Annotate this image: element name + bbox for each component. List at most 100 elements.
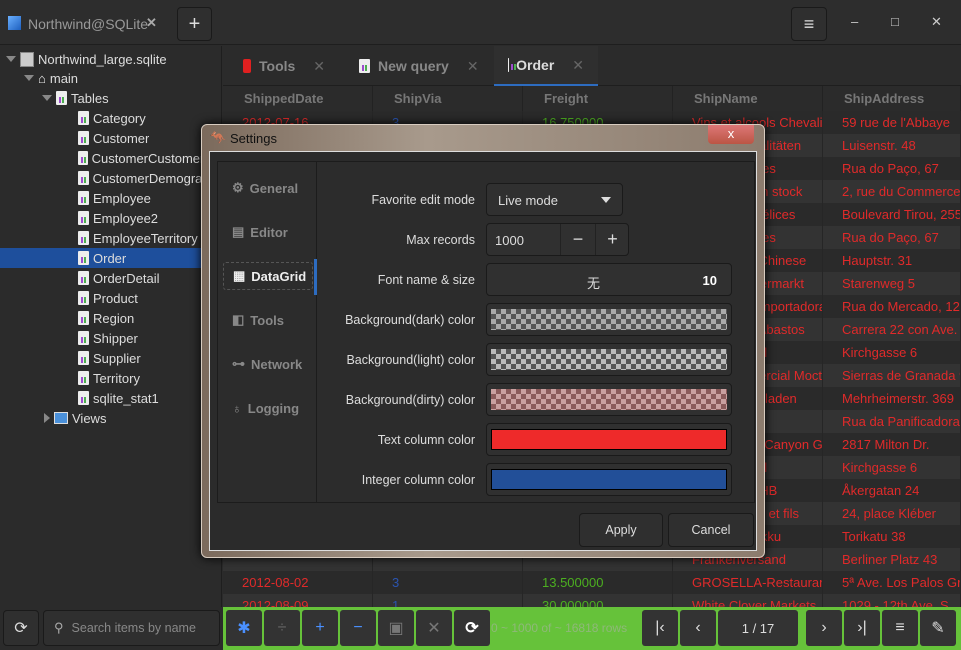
grid-cell[interactable]: Rua da Panificadora, 12 xyxy=(823,410,961,433)
tree-node-db[interactable]: Northwind_large.sqlite xyxy=(6,49,167,69)
tree-item-table[interactable]: Order xyxy=(0,248,221,268)
tab-tools[interactable]: Tools ✕ xyxy=(229,46,339,86)
expand-icon[interactable] xyxy=(42,95,52,101)
int-color-button[interactable] xyxy=(486,463,732,496)
table-row[interactable]: 2012-08-09 1 30.000000 White Clover Markets… xyxy=(223,594,961,607)
tree-node-tables[interactable]: Tables xyxy=(42,88,109,108)
column-header[interactable]: ShipVia xyxy=(373,86,523,111)
grid-cell[interactable]: Rua do Mercado, 12 xyxy=(823,295,961,318)
bg-dirty-color-button[interactable] xyxy=(486,383,732,416)
add-row-button[interactable]: + xyxy=(302,610,338,646)
grid-cell[interactable]: 5ª Ave. Los Palos Grandes xyxy=(823,571,961,594)
font-picker-button[interactable]: 无 10 xyxy=(486,263,732,296)
grid-cell[interactable]: Carrera 22 con Ave. xyxy=(823,318,961,341)
tree-item-table[interactable]: Product xyxy=(0,288,221,308)
edit-mode-select[interactable]: Live mode xyxy=(486,183,623,216)
close-tab-icon[interactable]: ✕ xyxy=(146,15,157,31)
table-row[interactable]: 2012-08-02 3 13.500000 GROSELLA-Restaurante… xyxy=(223,571,961,594)
menu-button[interactable]: ≡ xyxy=(791,7,827,41)
settings-nav-tools[interactable]: ◧ Tools xyxy=(223,306,313,334)
tree-node-main[interactable]: ⌂ main xyxy=(24,68,78,88)
grid-cell[interactable]: Boulevard Tirou, 255 xyxy=(823,203,961,226)
grid-cell[interactable]: Berliner Platz 43 xyxy=(823,548,961,571)
tree-item-table[interactable]: Employee2 xyxy=(0,208,221,228)
grid-cell[interactable]: 30.000000 xyxy=(523,594,673,607)
grid-cell[interactable]: 59 rue de l'Abbaye xyxy=(823,111,961,134)
bg-dark-color-button[interactable] xyxy=(486,303,732,336)
expand-icon[interactable] xyxy=(24,75,34,81)
column-header[interactable]: ShippedDate xyxy=(223,86,373,111)
increment-button[interactable]: + xyxy=(595,224,629,255)
grid-cell[interactable]: GROSELLA-Restaurante xyxy=(673,571,823,594)
text-color-button[interactable] xyxy=(486,423,732,456)
dialog-close-button[interactable]: x xyxy=(708,125,754,144)
next-page-button[interactable]: › xyxy=(806,610,842,646)
app-tab-title[interactable]: Northwind@SQLite xyxy=(28,16,148,32)
tree-item-table[interactable]: Region xyxy=(0,308,221,328)
close-button[interactable]: ✕ xyxy=(931,14,942,30)
close-tab-icon[interactable]: ✕ xyxy=(467,58,479,75)
edit-note-button[interactable]: ✎ xyxy=(920,610,956,646)
grid-cell[interactable]: White Clover Markets xyxy=(673,594,823,607)
page-indicator[interactable]: 1 / 17 xyxy=(718,610,798,646)
grid-cell[interactable]: 2, rue du Commerce xyxy=(823,180,961,203)
bg-light-color-button[interactable] xyxy=(486,343,732,376)
settings-nav-datagrid[interactable]: ▦ DataGrid xyxy=(223,262,313,290)
tree-item-table[interactable]: sqlite_stat1 xyxy=(0,388,221,408)
grid-cell[interactable]: 2817 Milton Dr. xyxy=(823,433,961,456)
column-header[interactable]: Freight xyxy=(523,86,673,111)
refresh-button[interactable]: ⟳ xyxy=(454,610,490,646)
maximize-button[interactable]: □ xyxy=(891,14,899,29)
grid-cell[interactable]: 2012-08-09 xyxy=(223,594,373,607)
max-records-value[interactable]: 1000 xyxy=(495,233,524,248)
columns-menu-button[interactable]: ≡ xyxy=(882,610,918,646)
tree-item-table[interactable]: Customer xyxy=(0,128,221,148)
grid-cell[interactable]: Åkergatan 24 xyxy=(823,479,961,502)
grid-cell[interactable]: 1 xyxy=(373,594,523,607)
tree-item-table[interactable]: CustomerDemographic xyxy=(0,168,221,188)
settings-nav-network[interactable]: ⊶ Network xyxy=(223,350,313,378)
grid-cell[interactable]: Mehrheimerstr. 369 xyxy=(823,387,961,410)
expand-icon[interactable] xyxy=(44,413,50,423)
grid-cell[interactable]: Sierras de Granada 9 xyxy=(823,364,961,387)
grid-cell[interactable]: 13.500000 xyxy=(523,571,673,594)
search-input[interactable]: ⚲ Search items by name xyxy=(43,610,220,646)
grid-cell[interactable]: Kirchgasse 6 xyxy=(823,456,961,479)
settings-nav-logging[interactable]: ♁ Logging xyxy=(223,394,313,422)
tree-item-table[interactable]: Shipper xyxy=(0,328,221,348)
first-page-button[interactable]: |‹ xyxy=(642,610,678,646)
tree-item-table[interactable]: Supplier xyxy=(0,348,221,368)
apply-button[interactable]: Apply xyxy=(579,513,663,547)
close-tab-icon[interactable]: ✕ xyxy=(572,57,584,74)
grid-cell[interactable]: 24, place Kléber xyxy=(823,502,961,525)
puzzle-button[interactable]: ✱ xyxy=(226,610,262,646)
settings-nav-editor[interactable]: ▤ Editor xyxy=(223,218,313,246)
minimize-button[interactable]: – xyxy=(851,14,858,29)
tree-item-table[interactable]: Employee xyxy=(0,188,221,208)
tree-item-table[interactable]: EmployeeTerritory xyxy=(0,228,221,248)
new-tab-button[interactable]: + xyxy=(177,7,212,41)
tab-order[interactable]: Order ✕ xyxy=(494,46,598,86)
tree-item-table[interactable]: OrderDetail xyxy=(0,268,221,288)
last-page-button[interactable]: ›| xyxy=(844,610,880,646)
column-header[interactable]: ShipName xyxy=(673,86,823,111)
grid-cell[interactable]: Rua do Paço, 67 xyxy=(823,157,961,180)
grid-cell[interactable]: Rua do Paço, 67 xyxy=(823,226,961,249)
grid-cell[interactable]: 2012-08-02 xyxy=(223,571,373,594)
save-button[interactable]: ▣ xyxy=(378,610,414,646)
tree-item-table[interactable]: CustomerCustomerDemo xyxy=(0,148,221,168)
split-button[interactable]: ÷ xyxy=(264,610,300,646)
refresh-tree-button[interactable]: ⟳ xyxy=(3,610,39,646)
cancel-changes-button[interactable]: ✕ xyxy=(416,610,452,646)
grid-cell[interactable]: Torikatu 38 xyxy=(823,525,961,548)
settings-nav-general[interactable]: ⚙ General xyxy=(223,174,313,202)
tree-item-table[interactable]: Category xyxy=(0,108,221,128)
tab-new-query[interactable]: New query ✕ xyxy=(345,46,493,86)
close-tab-icon[interactable]: ✕ xyxy=(313,58,325,75)
grid-cell[interactable]: 3 xyxy=(373,571,523,594)
decrement-button[interactable]: − xyxy=(560,224,595,255)
grid-cell[interactable]: Kirchgasse 6 xyxy=(823,341,961,364)
prev-page-button[interactable]: ‹ xyxy=(680,610,716,646)
grid-cell[interactable]: Luisenstr. 48 xyxy=(823,134,961,157)
tree-node-views[interactable]: Views xyxy=(44,408,106,428)
